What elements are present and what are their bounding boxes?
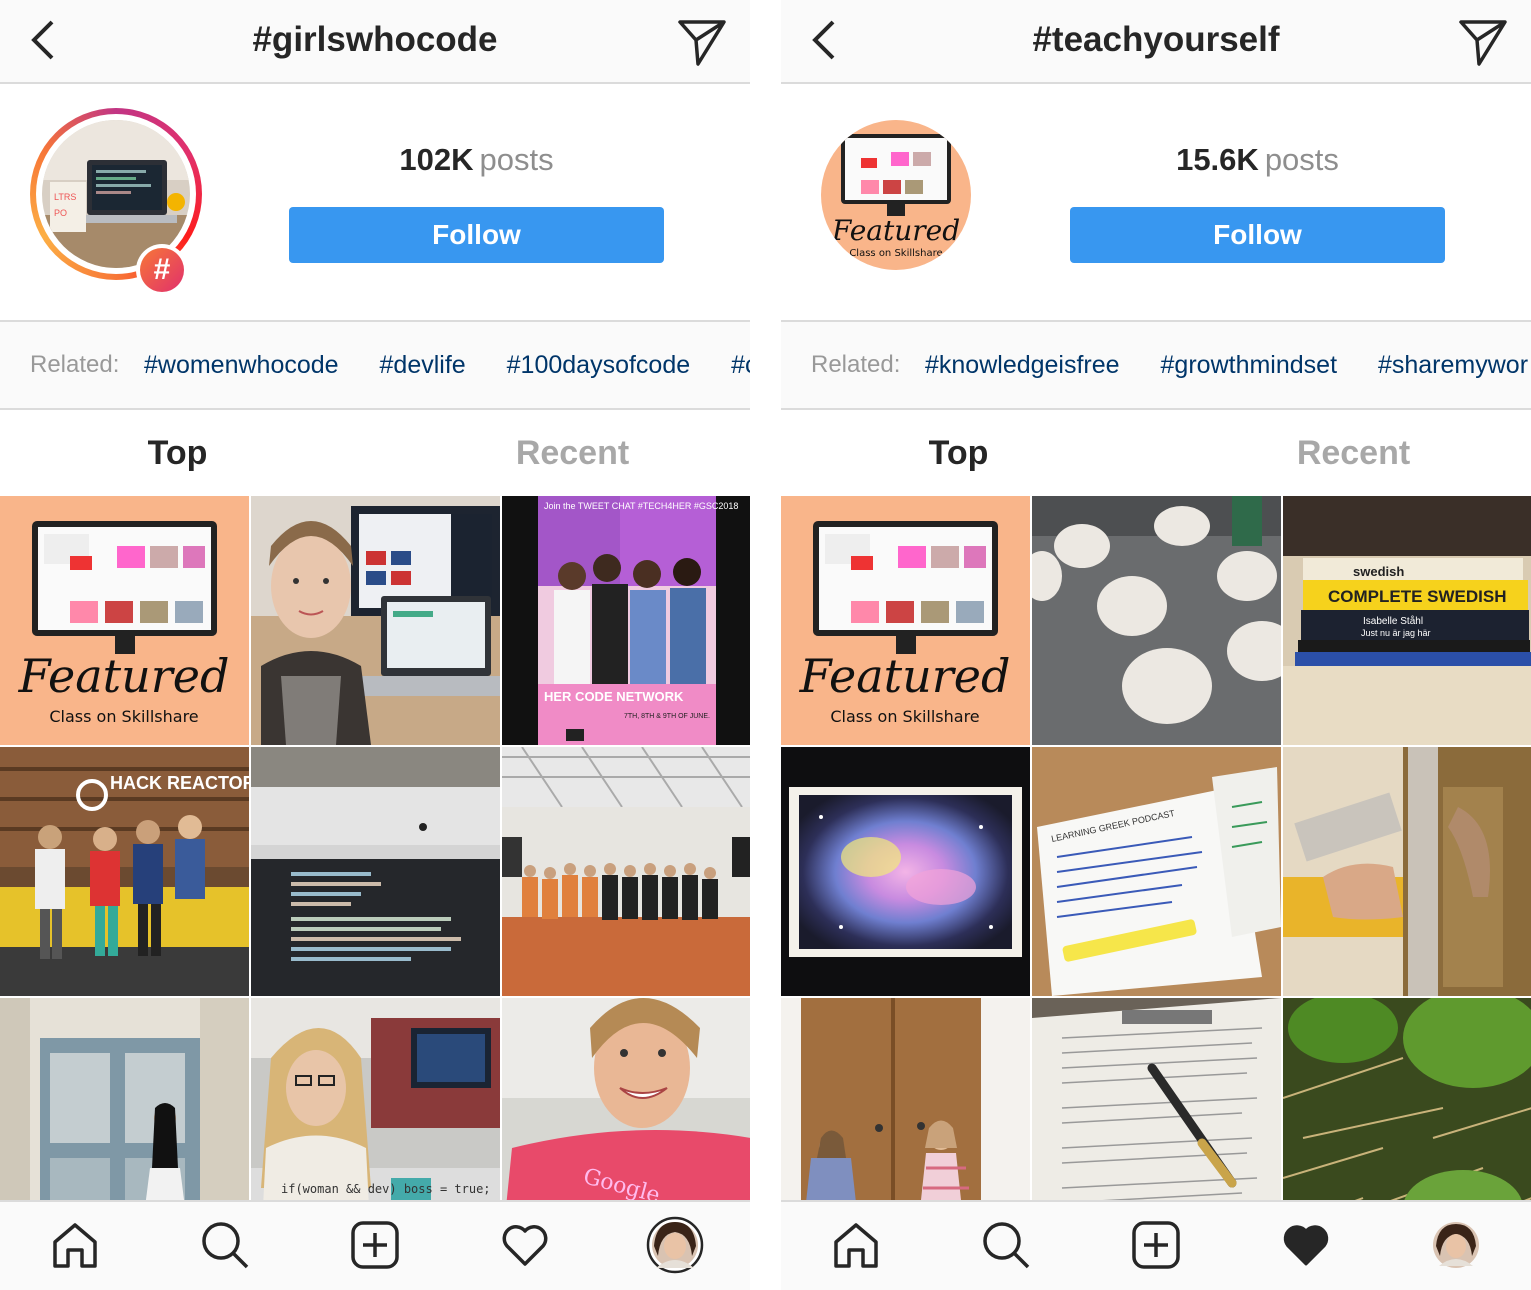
tab-recent[interactable]: Recent [385, 432, 750, 474]
svg-text:Isabelle Ståhl: Isabelle Ståhl [1363, 615, 1423, 627]
svg-text:PO: PO [54, 208, 67, 218]
posts-label: posts [1264, 142, 1339, 177]
post-thumbnail-laptop-selfie[interactable] [251, 496, 500, 745]
svg-text:Featured: Featured [18, 649, 230, 703]
hashtag-header: LTRS PO # 102K posts Follow [0, 84, 750, 320]
hashtag-header: Featured Class on Skillshare 15.6K posts … [781, 84, 1531, 320]
post-thumbnail-office-woman[interactable]: if(woman && dev) boss = true; [251, 998, 500, 1200]
post-thumbnail-google-selfie[interactable]: Google [502, 998, 750, 1200]
related-tag[interactable]: #knowledgeisfree [925, 351, 1120, 379]
related-tags-list: #knowledgeisfree #growthmindset #sharemy… [925, 351, 1531, 380]
search-icon[interactable] [200, 1220, 250, 1270]
related-tag[interactable]: #100daysofcode [507, 351, 690, 379]
svg-text:LTRS: LTRS [54, 192, 76, 202]
post-thumbnail-workbook[interactable] [1032, 998, 1281, 1200]
post-thumbnail-dough-balls[interactable] [1032, 496, 1281, 745]
feed-tabs: Top Recent [781, 410, 1531, 496]
tab-top[interactable]: Top [0, 432, 365, 474]
related-tags-list: #womenwhocode #devlife #100daysofcode #c [144, 351, 750, 380]
post-thumbnail-garden[interactable] [1283, 998, 1531, 1200]
post-thumbnail-featured[interactable]: Featured Class on Skillshare [0, 496, 249, 745]
direct-send-icon[interactable] [1457, 16, 1509, 68]
related-hashtags-bar: Related: #womenwhocode #devlife #100days… [0, 320, 750, 410]
related-tag[interactable]: #growthmindset [1161, 351, 1337, 379]
hashtag-avatar[interactable]: Featured Class on Skillshare [821, 120, 971, 270]
svg-text:Class on Skillshare: Class on Skillshare [849, 248, 942, 259]
search-icon[interactable] [981, 1220, 1031, 1270]
new-post-icon[interactable] [350, 1220, 400, 1270]
post-grid: Featured Class on Skillshare [781, 496, 1531, 1200]
heart-outline-icon[interactable] [500, 1220, 550, 1270]
tab-top[interactable]: Top [781, 432, 1146, 474]
svg-text:7TH, 8TH & 9TH OF JUNE.: 7TH, 8TH & 9TH OF JUNE. [624, 713, 710, 720]
posts-number: 102K [399, 142, 474, 177]
tab-recent[interactable]: Recent [1166, 432, 1531, 474]
svg-text:if(woman && dev) boss = true;: if(woman && dev) boss = true; [281, 1182, 491, 1196]
post-thumbnail-blue-door[interactable] [0, 998, 249, 1200]
hashtag-screen-teachyourself: #teachyourself Featured Class on Skillsh… [781, 0, 1531, 1290]
hashtag-title: #teachyourself [1032, 20, 1280, 59]
feed-tabs: Top Recent [0, 410, 750, 496]
related-label: Related: [811, 351, 901, 378]
svg-text:Featured: Featured [831, 214, 960, 247]
posts-count: 102K posts [289, 140, 664, 180]
svg-text:Join the TWEET CHAT #TECH4HER: Join the TWEET CHAT #TECH4HER #GSC2018 [544, 501, 738, 511]
bottom-tab-bar [0, 1200, 750, 1290]
screen-gutter [750, 0, 781, 1290]
related-tag[interactable]: #devlife [380, 351, 466, 379]
post-thumbnail-tech4her[interactable]: Join the TWEET CHAT #TECH4HER #GSC2018 H… [502, 496, 750, 745]
svg-text:COMPLETE SWEDISH: COMPLETE SWEDISH [1328, 587, 1507, 606]
hashtag-avatar[interactable]: LTRS PO # [30, 108, 202, 296]
related-tag[interactable]: #c [731, 351, 750, 379]
hashtag-title: #girlswhocode [252, 20, 498, 59]
follow-button[interactable]: Follow [1070, 207, 1445, 263]
related-label: Related: [30, 351, 120, 378]
svg-text:HER CODE NETWORK: HER CODE NETWORK [544, 689, 684, 704]
hashtag-badge: # [136, 244, 188, 296]
posts-number: 15.6K [1176, 142, 1259, 177]
profile-avatar-icon[interactable] [646, 1216, 704, 1274]
follow-button[interactable]: Follow [289, 207, 664, 263]
svg-text:Class on Skillshare: Class on Skillshare [49, 707, 198, 726]
posts-count: 15.6K posts [1070, 140, 1445, 180]
post-grid: Featured Class on Skillshare [0, 496, 750, 1200]
top-navigation-bar: #girlswhocode [0, 0, 750, 84]
post-thumbnail-galaxy-painting[interactable] [781, 747, 1030, 996]
top-navigation-bar: #teachyourself [781, 0, 1531, 84]
posts-label: posts [479, 142, 554, 177]
svg-text:swedish: swedish [1353, 564, 1404, 579]
bottom-tab-bar [781, 1200, 1531, 1290]
svg-text:Class on Skillshare: Class on Skillshare [830, 707, 979, 726]
related-tag[interactable]: #sharemywor [1378, 351, 1528, 379]
home-icon[interactable] [50, 1220, 100, 1270]
svg-text:Just nu är jag här: Just nu är jag här [1361, 628, 1431, 638]
post-thumbnail-greek-notes[interactable]: LEARNING GREEK PODCAST [1032, 747, 1281, 996]
post-thumbnail-featured[interactable]: Featured Class on Skillshare [781, 496, 1030, 745]
post-thumbnail-woodwork[interactable] [1283, 747, 1531, 996]
related-tag[interactable]: #womenwhocode [144, 351, 339, 379]
related-hashtags-bar: Related: #knowledgeisfree #growthmindset… [781, 320, 1531, 410]
profile-avatar-icon[interactable] [1431, 1220, 1481, 1270]
new-post-icon[interactable] [1131, 1220, 1181, 1270]
post-thumbnail-group-photo[interactable] [502, 747, 750, 996]
direct-send-icon[interactable] [676, 16, 728, 68]
post-thumbnail-hack-reactor[interactable]: HACK REACTOR [0, 747, 249, 996]
svg-text:HACK REACTOR: HACK REACTOR [110, 773, 249, 793]
home-icon[interactable] [831, 1220, 881, 1270]
hashtag-screen-girlswhocode: #girlswhocode LTRS PO # 102K posts Follo… [0, 0, 750, 1290]
post-thumbnail-code-screen[interactable] [251, 747, 500, 996]
heart-filled-icon[interactable] [1281, 1220, 1331, 1270]
post-thumbnail-girls-door[interactable] [781, 998, 1030, 1200]
svg-text:Featured: Featured [799, 649, 1011, 703]
post-thumbnail-swedish-books[interactable]: swedish COMPLETE SWEDISH Isabelle Ståhl … [1283, 496, 1531, 745]
